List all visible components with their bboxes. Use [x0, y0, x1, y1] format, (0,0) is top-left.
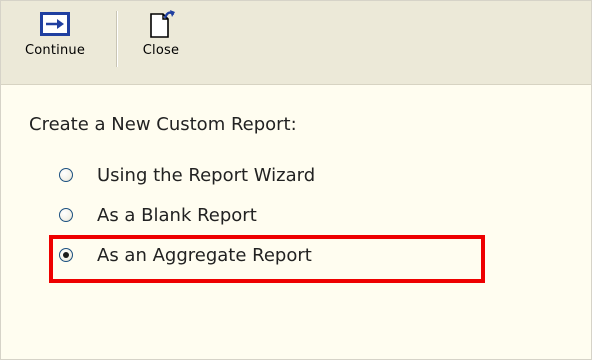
continue-button[interactable]: Continue [13, 7, 97, 71]
option-blank-report[interactable]: As a Blank Report [59, 202, 257, 228]
radio-report-wizard[interactable] [59, 168, 73, 182]
window: Continue Close Create a New Custom Repor… [0, 0, 592, 360]
toolbar-separator [116, 11, 117, 67]
continue-label: Continue [24, 43, 86, 58]
option-aggregate-report[interactable]: As an Aggregate Report [59, 242, 312, 268]
close-button[interactable]: Close [129, 7, 193, 71]
page-close-icon [144, 7, 178, 41]
option-label: As a Blank Report [97, 204, 257, 226]
option-report-wizard[interactable]: Using the Report Wizard [59, 162, 315, 188]
report-type-panel: Create a New Custom Report: Using the Re… [1, 85, 591, 359]
radio-blank-report[interactable] [59, 208, 73, 222]
toolbar: Continue Close [1, 1, 591, 85]
page-title: Create a New Custom Report: [29, 114, 297, 135]
option-label: Using the Report Wizard [97, 164, 316, 186]
option-label: As an Aggregate Report [97, 244, 312, 266]
radio-aggregate-report[interactable] [59, 248, 73, 262]
close-label: Close [142, 43, 180, 58]
arrow-right-icon [38, 7, 72, 41]
